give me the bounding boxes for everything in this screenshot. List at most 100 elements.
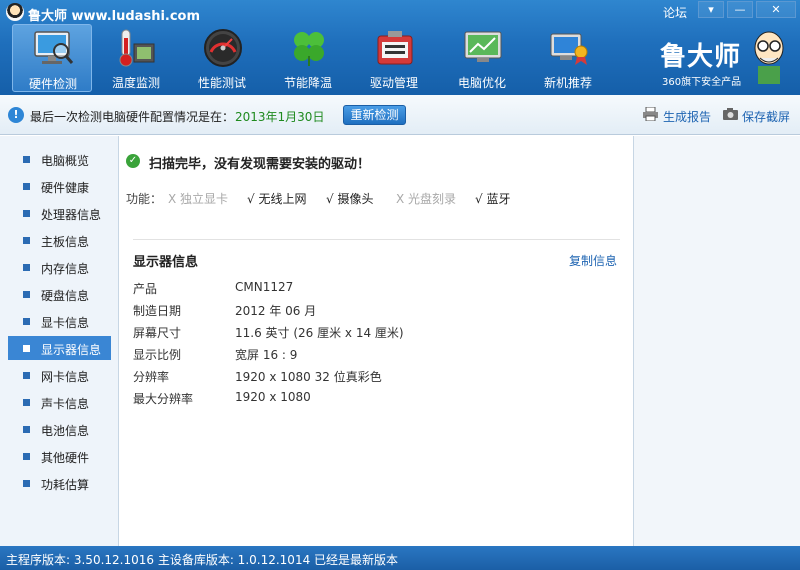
bullet-icon [23, 453, 30, 460]
nav-label: 硬件检测 [28, 77, 77, 91]
feature-disc-burn: X 光盘刻录 [396, 192, 457, 206]
sidebar-item-memory[interactable]: 内存信息 [8, 255, 111, 279]
thermometer-icon [119, 29, 155, 67]
sidebar-item-battery[interactable]: 电池信息 [8, 417, 111, 441]
nav-hardware-detect[interactable]: 硬件检测 [12, 24, 92, 92]
bullet-icon [23, 156, 30, 163]
bullet-icon [23, 183, 30, 190]
bullet-icon [23, 237, 30, 244]
nav-pc-optimize[interactable]: 电脑优化 [442, 24, 522, 92]
optimize-monitor-icon [464, 31, 502, 62]
feature-wifi: √ 无线上网 [247, 192, 307, 206]
info-label: 屏幕尺寸 [133, 326, 182, 340]
save-screenshot-link[interactable]: 保存截屏 [742, 108, 790, 125]
close-button[interactable]: ✕ [756, 1, 796, 18]
nav-new-pc[interactable]: 新机推荐 [528, 24, 608, 92]
feature-bluetooth: √ 蓝牙 [475, 192, 511, 206]
sidebar-item-monitor[interactable]: 显示器信息 [8, 336, 111, 360]
info-value: 1920 x 1080 32 位真彩色 [235, 370, 382, 384]
sidebar-item-health[interactable]: 硬件健康 [8, 174, 111, 198]
info-label: 分辨率 [133, 370, 170, 384]
last-check-date: 2013年1月30日 [235, 110, 325, 124]
sidebar-item-motherboard[interactable]: 主板信息 [8, 228, 111, 252]
sidebar-item-label: 显卡信息 [41, 316, 90, 330]
nav-label: 温度监测 [111, 76, 160, 90]
bullet-icon [23, 480, 30, 487]
section-title: 显示器信息 [133, 255, 199, 270]
app-title: 鲁大师 www.ludashi.com [28, 9, 201, 24]
scan-result-message: 扫描完毕，没有发现需要安装的驱动！ [149, 157, 371, 172]
info-icon: ! [8, 107, 24, 123]
sidebar-item-gpu[interactable]: 显卡信息 [8, 309, 111, 333]
check-icon: ✓ [126, 154, 140, 168]
copy-info-link[interactable]: 复制信息 [569, 252, 617, 269]
info-value: CMN1127 [235, 280, 294, 294]
bullet-icon [23, 210, 30, 217]
camera-icon[interactable] [723, 107, 738, 121]
sidebar-item-other[interactable]: 其他硬件 [8, 444, 111, 468]
sidebar-item-label: 功耗估算 [41, 478, 90, 492]
forum-link[interactable]: 论坛 [663, 4, 687, 21]
info-value: 2012 年 06 月 [235, 304, 317, 318]
right-panel [633, 136, 800, 546]
feature-discrete-gpu: X 独立显卡 [168, 192, 229, 206]
nav-label: 新机推荐 [543, 76, 592, 90]
sidebar-item-label: 硬件健康 [41, 181, 90, 195]
generate-report-link[interactable]: 生成报告 [663, 108, 711, 125]
sidebar-item-network[interactable]: 网卡信息 [8, 363, 111, 387]
app-logo-icon [6, 3, 24, 21]
sidebar-item-power[interactable]: 功耗估算 [8, 471, 111, 495]
features-label: 功能： [126, 192, 163, 206]
bullet-icon [23, 426, 30, 433]
version-status: 主程序版本: 3.50.12.1016 主设备库版本: 1.0.12.1014 … [6, 553, 399, 567]
sidebar-item-label: 内存信息 [41, 262, 90, 276]
info-value: 11.6 英寸 (26 厘米 x 14 厘米) [235, 326, 404, 340]
sidebar-item-overview[interactable]: 电脑概览 [8, 147, 111, 171]
brand-logo: 鲁大师 [660, 42, 742, 72]
recheck-button[interactable]: 重新检测 [343, 105, 406, 125]
status-bar: 主程序版本: 3.50.12.1016 主设备库版本: 1.0.12.1014 … [0, 546, 800, 570]
sidebar-item-sound[interactable]: 声卡信息 [8, 390, 111, 414]
award-computer-icon [550, 33, 588, 65]
main-panel: ✓ 扫描完毕，没有发现需要安装的驱动！ 功能： X 独立显卡 √ 无线上网 √ … [120, 136, 633, 546]
sidebar-item-cpu[interactable]: 处理器信息 [8, 201, 111, 225]
title-bar: 鲁大师 www.ludashi.com 论坛 ▾ — ✕ [0, 0, 800, 24]
menu-button[interactable]: ▾ [698, 1, 724, 18]
sidebar-item-label: 声卡信息 [41, 397, 90, 411]
driver-box-icon [377, 31, 413, 65]
info-bar: ! 最后一次检测电脑硬件配置情况是在： 2013年1月30日 重新检测 生成报告… [0, 95, 800, 135]
last-check-text: 最后一次检测电脑硬件配置情况是在： [30, 110, 235, 124]
sidebar-item-label: 显示器信息 [41, 343, 102, 357]
nav-label: 驱动管理 [369, 76, 418, 90]
bullet-icon [23, 318, 30, 325]
sidebar-item-label: 处理器信息 [41, 208, 102, 222]
sidebar-item-disk[interactable]: 硬盘信息 [8, 282, 111, 306]
info-label: 最大分辨率 [133, 392, 194, 406]
bullet-icon [23, 399, 30, 406]
feature-camera: √ 摄像头 [326, 192, 374, 206]
info-value: 1920 x 1080 [235, 390, 311, 404]
nav-energy-saving[interactable]: 节能降温 [268, 24, 348, 92]
divider [133, 239, 620, 240]
info-label: 显示比例 [133, 348, 182, 362]
info-value: 宽屏 16 : 9 [235, 348, 298, 362]
sidebar-item-label: 其他硬件 [41, 451, 90, 465]
nav-label: 电脑优化 [457, 76, 506, 90]
brand-subtitle: 360旗下安全产品 [662, 77, 742, 88]
bullet-icon [23, 264, 30, 271]
nav-label: 节能降温 [283, 76, 332, 90]
bullet-icon [23, 372, 30, 379]
sidebar-item-label: 主板信息 [41, 235, 90, 249]
nav-label: 性能测试 [197, 76, 246, 90]
speedometer-icon [204, 29, 242, 67]
nav-temp-monitor[interactable]: 温度监测 [96, 24, 176, 92]
info-label: 产品 [133, 282, 158, 296]
minimize-button[interactable]: — [727, 1, 753, 18]
bullet-icon [23, 345, 30, 352]
printer-icon[interactable] [643, 107, 658, 121]
sidebar-item-label: 网卡信息 [41, 370, 90, 384]
nav-perf-test[interactable]: 性能测试 [182, 24, 262, 92]
info-label: 制造日期 [133, 304, 182, 318]
nav-driver-mgmt[interactable]: 驱动管理 [354, 24, 434, 92]
sidebar-item-label: 电池信息 [41, 424, 90, 438]
